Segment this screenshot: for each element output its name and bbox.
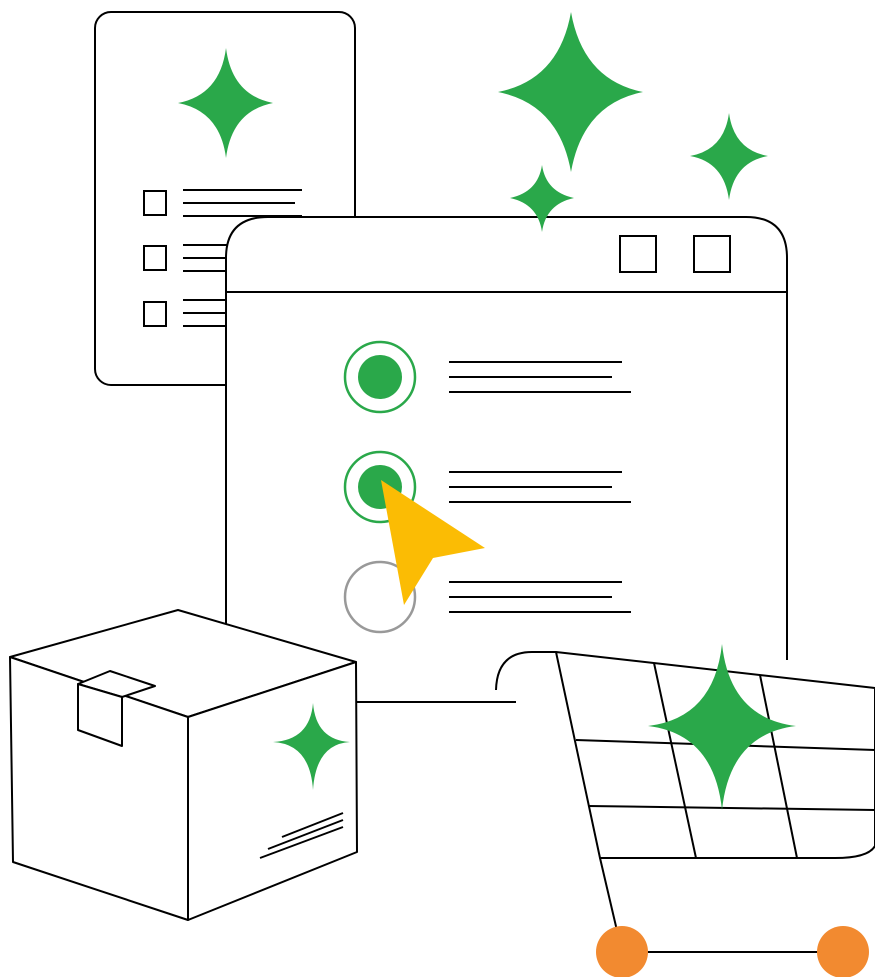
shipping-box [9,609,358,921]
checkbox [143,301,167,327]
cart-wheel [817,926,869,977]
checkbox [143,190,167,216]
window-button[interactable] [619,235,657,273]
illustration-canvas [9,11,875,977]
browser-window [225,216,788,703]
radio-button-dot [358,355,402,399]
sparkle-icon [498,12,643,172]
checkbox [143,245,167,271]
cart-wheel [596,926,648,977]
window-button[interactable] [693,235,731,273]
sparkle-icon [690,113,768,200]
window-frame [225,216,788,703]
ecommerce-illustration [0,0,875,977]
